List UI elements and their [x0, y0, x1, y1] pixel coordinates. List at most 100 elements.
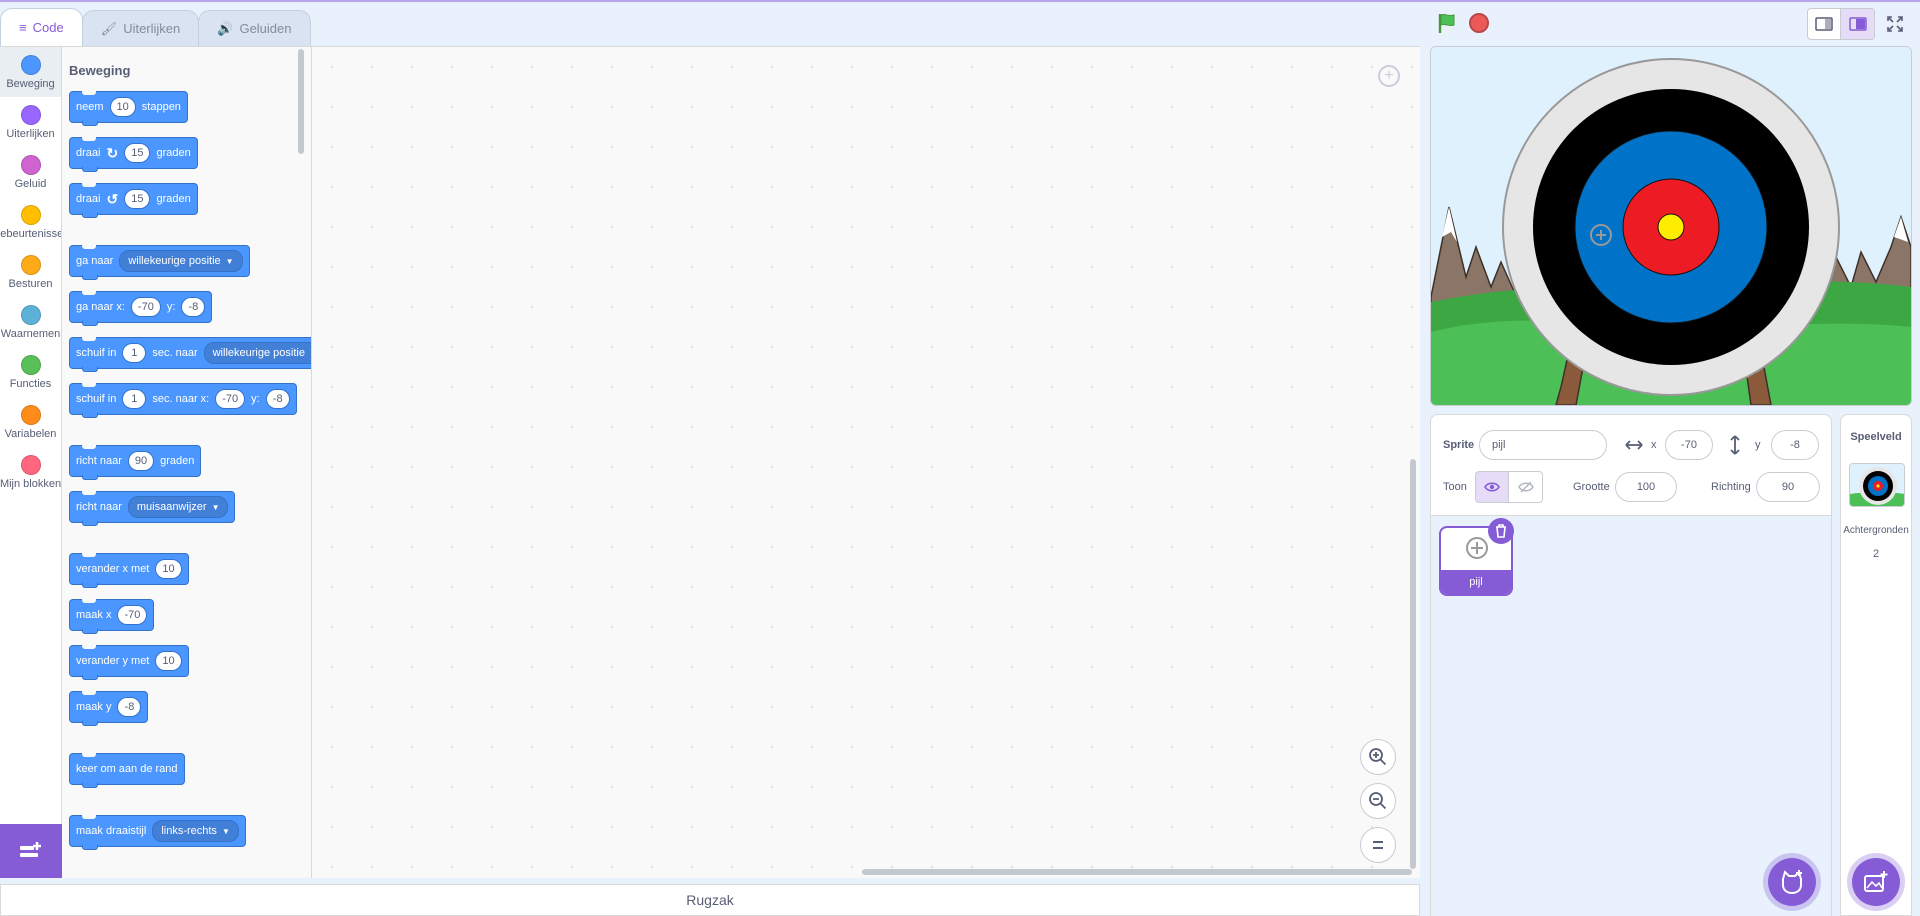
category-events[interactable]: Gebeurtenissen	[0, 197, 61, 247]
size-field[interactable]: 100	[1615, 472, 1677, 502]
delete-sprite-button[interactable]	[1488, 518, 1514, 544]
green-flag-button[interactable]	[1434, 10, 1460, 36]
block-set-y[interactable]: maak y -8	[69, 691, 149, 726]
category-motion[interactable]: Beweging	[0, 47, 61, 97]
block-number-input[interactable]: 1	[122, 389, 147, 409]
block-goto-xy[interactable]: ga naar x: -70 y: -8	[69, 291, 213, 326]
category-sensing[interactable]: Waarnemen	[0, 297, 61, 347]
block-text: schuif in	[76, 347, 117, 359]
brush-icon: 🖌	[100, 20, 118, 36]
category-label: Variabelen	[4, 427, 57, 440]
category-operators[interactable]: Functies	[0, 347, 61, 397]
category-control[interactable]: Besturen	[0, 247, 61, 297]
zoom-out-icon	[1369, 792, 1387, 810]
my-blocks-color-dot	[20, 454, 41, 475]
code-icon: ≡	[19, 20, 27, 35]
sprite-name-field[interactable]: pijl	[1479, 430, 1607, 460]
block-number-input[interactable]: -70	[117, 605, 148, 625]
block-rotation-style[interactable]: maak draaistijl links-rechts ▼	[69, 815, 246, 850]
block-dropdown[interactable]: links-rechts ▼	[152, 820, 239, 842]
choose-backdrop-button[interactable]	[1852, 858, 1900, 906]
zoom-in-button[interactable]	[1360, 739, 1396, 775]
zoom-reset-button[interactable]	[1360, 827, 1396, 863]
zoom-in-icon	[1369, 748, 1387, 766]
stage-canvas[interactable]	[1430, 46, 1912, 406]
caret-down-icon: ▼	[225, 256, 234, 266]
stage-thumbnail	[1849, 463, 1905, 507]
editor-tabs: ≡ Code 🖌 Uiterlijken 🔊 Geluiden	[0, 8, 311, 46]
dropdown-value: willekeurige positie	[212, 347, 305, 359]
block-number-input[interactable]: 15	[124, 189, 151, 209]
add-extension-button[interactable]	[0, 824, 62, 878]
block-glide-xy[interactable]: schuif in 1 sec. naar x: -70 y: -8	[69, 383, 297, 418]
sprite-tile-name: pijl	[1441, 570, 1511, 594]
workspace-horizontal-scrollbar[interactable]	[862, 869, 1412, 875]
block-number-input[interactable]: 1	[122, 343, 147, 363]
crosshair-sprite-thumbnail	[1466, 537, 1488, 559]
block-change-y[interactable]: verander y met 10	[69, 645, 189, 680]
tab-code[interactable]: ≡ Code	[0, 8, 83, 46]
zoom-out-button[interactable]	[1360, 783, 1396, 819]
block-goto[interactable]: ga naar willekeurige positie ▼	[69, 245, 250, 280]
block-text: sec. naar x:	[152, 393, 210, 405]
large-stage-icon	[1848, 17, 1867, 31]
backpack-bar[interactable]: Rugzak	[0, 884, 1420, 916]
x-value: -70	[1681, 439, 1697, 451]
block-number-input[interactable]: 10	[155, 559, 182, 579]
block-number-input[interactable]: -8	[265, 389, 290, 409]
category-my-blocks[interactable]: Mijn blokken	[0, 447, 61, 497]
block-turn-left[interactable]: draai ↺ 15 graden	[69, 183, 198, 218]
palette-vertical-scrollbar[interactable]	[298, 49, 304, 154]
block-point-direction[interactable]: richt naar 90 graden	[69, 445, 202, 480]
x-field[interactable]: -70	[1665, 430, 1713, 460]
category-variables[interactable]: Variabelen	[0, 397, 61, 447]
block-number-input[interactable]: 10	[155, 651, 182, 671]
small-stage-button[interactable]	[1807, 8, 1841, 40]
fullscreen-icon	[1887, 16, 1903, 32]
show-sprite-button[interactable]	[1475, 471, 1509, 503]
category-looks[interactable]: Uiterlijken	[0, 97, 61, 147]
block-set-x[interactable]: maak x -70	[69, 599, 155, 634]
tab-costumes[interactable]: 🖌 Uiterlijken	[81, 10, 200, 46]
block-glide-to[interactable]: schuif in 1 sec. naar willekeurige posit…	[69, 337, 311, 372]
large-stage-button[interactable]	[1841, 8, 1875, 40]
choose-sprite-button[interactable]	[1768, 858, 1816, 906]
y-label: y	[1755, 439, 1761, 451]
direction-value: 90	[1781, 481, 1795, 493]
block-number-input[interactable]: -8	[181, 297, 206, 317]
block-point-towards[interactable]: richt naar muisaanwijzer ▼	[69, 491, 236, 526]
direction-field[interactable]: 90	[1756, 472, 1820, 502]
block-text: keer om aan de rand	[76, 763, 178, 775]
block-number-input[interactable]: -70	[130, 297, 161, 317]
workspace-vertical-scrollbar[interactable]	[1410, 459, 1416, 869]
stop-button[interactable]	[1469, 13, 1489, 33]
fullscreen-button[interactable]	[1879, 8, 1911, 40]
script-workspace[interactable]: +	[312, 46, 1420, 878]
block-dropdown[interactable]: willekeurige positie▼	[119, 250, 243, 272]
hide-sprite-button[interactable]	[1509, 471, 1543, 503]
block-dropdown[interactable]: muisaanwijzer ▼	[127, 496, 229, 518]
y-field[interactable]: -8	[1771, 430, 1819, 460]
block-change-x[interactable]: verander x met 10	[69, 553, 189, 588]
target-bullseye	[1657, 213, 1685, 241]
block-number-input[interactable]: -70	[215, 389, 246, 409]
sensing-color-dot	[20, 304, 41, 325]
block-number-input[interactable]: 10	[109, 97, 136, 117]
block-number-input[interactable]: -8	[117, 697, 142, 717]
eye-icon	[1484, 482, 1500, 492]
category-label: Beweging	[6, 77, 55, 90]
tab-sounds[interactable]: 🔊 Geluiden	[198, 10, 311, 46]
block-text: ga naar x:	[76, 301, 125, 313]
stage-target-pane[interactable]: Speelveld Achtergronden 2	[1840, 414, 1912, 916]
control-color-dot	[20, 254, 41, 275]
block-text: neem	[76, 101, 104, 113]
caret-down-icon: ▼	[221, 826, 230, 836]
block-bounce-on-edge[interactable]: keer om aan de rand	[69, 753, 185, 788]
block-move-steps[interactable]: neem 10 stappen	[69, 91, 188, 126]
block-number-input[interactable]: 15	[124, 143, 151, 163]
block-number-input[interactable]: 90	[127, 451, 155, 471]
block-dropdown[interactable]: willekeurige positie▼	[203, 342, 311, 364]
category-sound[interactable]: Geluid	[0, 147, 61, 197]
block-turn-right[interactable]: draai ↻ 15 graden	[69, 137, 198, 172]
eye-hidden-icon	[1517, 481, 1534, 493]
